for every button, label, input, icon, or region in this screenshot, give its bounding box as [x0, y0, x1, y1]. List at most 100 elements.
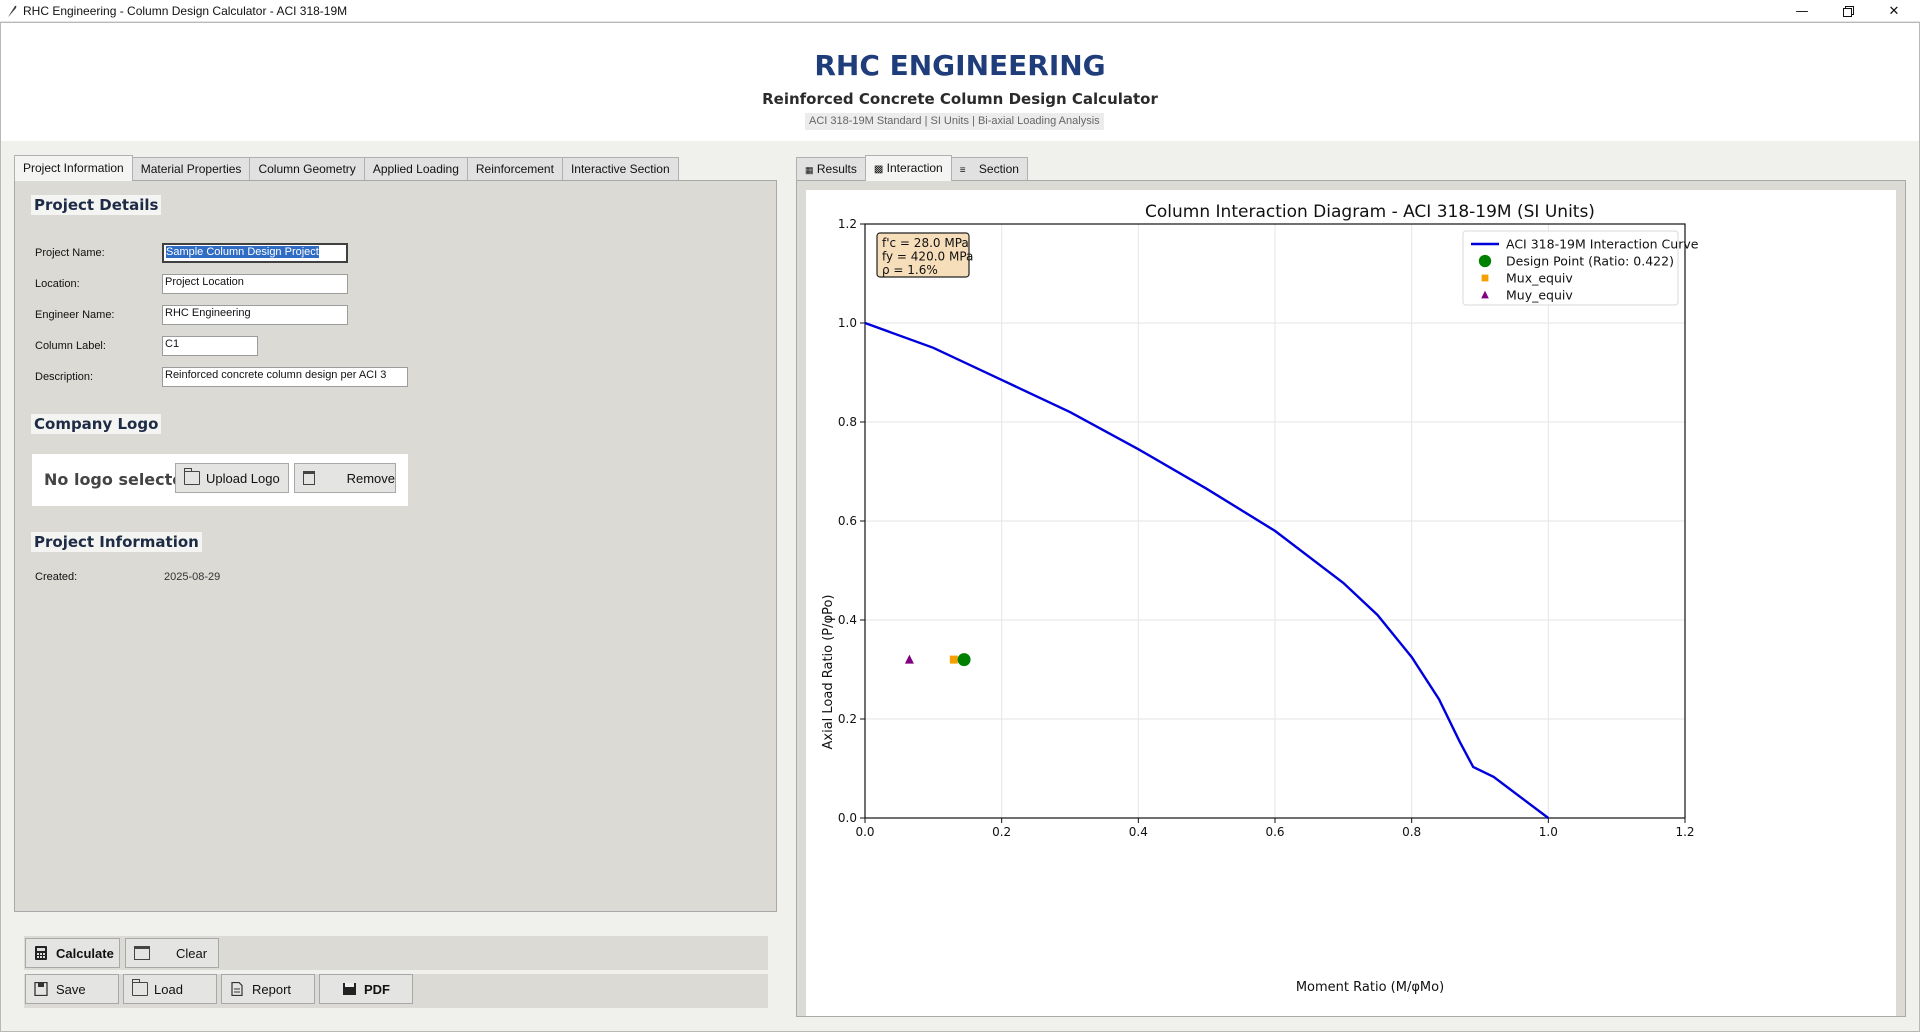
mux-equiv-point [949, 655, 958, 664]
y-axis-label: Axial Load Ratio (P/φPo) [821, 594, 836, 749]
tab-interactive-section[interactable]: Interactive Section [561, 157, 679, 181]
column-label-label: Column Label: [35, 340, 106, 352]
input-panel: Project Information Material Properties … [14, 155, 777, 912]
close-button[interactable]: ✕ [1872, 0, 1916, 22]
window-titlebar: RHC Engineering - Column Design Calculat… [0, 0, 1920, 22]
trash-icon [303, 471, 315, 485]
folder-icon [132, 979, 148, 996]
tab-project-information[interactable]: Project Information [14, 155, 133, 181]
design-point [957, 653, 971, 667]
load-button[interactable]: Load [123, 974, 217, 1004]
info-box-line: ρ = 1.6% [882, 263, 938, 277]
results-icon: ▦ [805, 165, 814, 175]
project-name-value: Sample Column Design Project [166, 246, 319, 258]
output-tabs: ▦ Results ▩ Interaction ≡ Section [796, 155, 1028, 181]
remove-logo-label: Remove [346, 470, 395, 486]
x-axis-label: Moment Ratio (M/φMo) [1296, 980, 1444, 995]
pdf-label: PDF [364, 981, 390, 997]
logo-status: No logo selected [44, 470, 195, 489]
y-tick-label: 0.0 [838, 811, 857, 825]
chart-title: Column Interaction Diagram - ACI 318-19M… [1145, 202, 1595, 222]
muy-equiv-point [904, 654, 914, 664]
interaction-curve [864, 321, 1550, 819]
created-value: 2025-08-29 [164, 571, 221, 583]
tab-interaction[interactable]: ▩ Interaction [864, 155, 952, 181]
interaction-chart: Column Interaction Diagram - ACI 318-19M… [821, 202, 1699, 995]
action-bar-top: Calculate Clear [24, 936, 768, 970]
tab-section-label: Section [978, 162, 1019, 176]
legend-label: Mux_equiv [1506, 271, 1573, 286]
description-input[interactable]: Reinforced concrete column design per AC… [162, 367, 408, 387]
y-tick-label: 0.6 [838, 514, 857, 528]
chart-area: Column Interaction Diagram - ACI 318-19M… [806, 190, 1896, 1016]
x-tick-label: 0.6 [1265, 825, 1284, 839]
folder-icon [184, 468, 200, 485]
remove-logo-button[interactable]: Remove [294, 463, 396, 493]
action-bar-bottom: Save Load Report PDF [24, 974, 768, 1008]
project-details-title: Project Details [31, 195, 162, 215]
window-title: RHC Engineering - Column Design Calculat… [23, 4, 348, 18]
material-info-box: f'c = 28.0 MPafy = 420.0 MPaρ = 1.6% [876, 232, 973, 278]
clear-label: Clear [176, 945, 208, 961]
document-icon [231, 982, 243, 996]
x-tick-label: 0.0 [855, 825, 874, 839]
upload-logo-button[interactable]: Upload Logo [175, 463, 289, 493]
output-panel: ▦ Results ▩ Interaction ≡ Section Column… [796, 155, 1906, 1017]
save-button[interactable]: Save [25, 974, 119, 1004]
tab-section[interactable]: ≡ Section [950, 157, 1028, 181]
clear-button[interactable]: Clear [125, 938, 219, 968]
legend-label: Design Point (Ratio: 0.422) [1506, 254, 1674, 269]
input-tabs: Project Information Material Properties … [14, 155, 679, 181]
legend-label: ACI 318-19M Interaction Curve [1506, 237, 1699, 252]
chart-series [864, 321, 1550, 819]
calculate-button[interactable]: Calculate [25, 938, 120, 968]
section-icon: ≡ [959, 165, 966, 176]
tab-column-geometry[interactable]: Column Geometry [249, 157, 365, 181]
y-tick-label: 0.8 [838, 415, 857, 429]
company-logo-title: Company Logo [31, 414, 162, 434]
y-tick-label: 1.0 [838, 316, 857, 330]
chart-ticks: 0.0 0.2 0.4 0.6 0.8 1.0 1.2 0.0 0.2 0.4 0.6 0.8 1.0 1… [838, 217, 1695, 839]
app-header: RHC ENGINEERING Reinforced Concrete Colu… [1, 23, 1919, 141]
tab-material-properties[interactable]: Material Properties [131, 157, 251, 181]
pdf-button[interactable]: PDF [319, 974, 413, 1004]
pdf-icon [343, 983, 356, 995]
project-name-label: Project Name: [35, 247, 105, 259]
column-label-input[interactable]: C1 [162, 336, 258, 356]
location-label: Location: [35, 278, 80, 290]
load-label: Load [154, 981, 183, 997]
engineer-name-label: Engineer Name: [35, 309, 115, 321]
feather-icon [8, 5, 17, 17]
interaction-body: Column Interaction Diagram - ACI 318-19M… [796, 180, 1906, 1017]
x-tick-label: 0.2 [992, 825, 1011, 839]
tab-results[interactable]: ▦ Results [796, 157, 866, 181]
project-name-input[interactable]: Sample Column Design Project [162, 243, 348, 263]
tab-results-label: Results [816, 162, 857, 176]
brand-title: RHC ENGINEERING [814, 49, 1106, 82]
project-information-body: Project Details Project Name: Sample Col… [14, 180, 777, 912]
x-tick-label: 0.4 [1129, 825, 1148, 839]
tab-interaction-label: Interaction [886, 161, 943, 175]
logo-box: No logo selected Upload Logo Remove [32, 454, 408, 506]
legend-marker-swatch [1478, 254, 1492, 268]
y-tick-label: 0.4 [838, 613, 857, 627]
standard-badge: ACI 318-19M Standard | SI Units | Bi-axi… [805, 113, 1104, 130]
trash-icon [134, 946, 150, 960]
calculate-label: Calculate [56, 945, 114, 961]
restore-button[interactable] [1826, 0, 1870, 22]
description-label: Description: [35, 371, 94, 383]
chart-legend: ACI 318-19M Interaction Curve Design Poin… [1462, 230, 1699, 306]
restore-icon [1842, 5, 1854, 17]
created-label: Created: [35, 571, 78, 583]
report-button[interactable]: Report [221, 974, 315, 1004]
engineer-name-input[interactable]: RHC Engineering [162, 305, 348, 325]
tab-applied-loading[interactable]: Applied Loading [363, 157, 468, 181]
x-tick-label: 0.8 [1402, 825, 1421, 839]
location-input[interactable]: Project Location [162, 274, 348, 294]
tab-reinforcement[interactable]: Reinforcement [466, 157, 563, 181]
legend-label: Muy_equiv [1506, 288, 1573, 303]
info-box-line: f'c = 28.0 MPa [882, 236, 969, 250]
x-tick-label: 1.2 [1675, 825, 1694, 839]
minimize-button[interactable]: — [1780, 0, 1824, 22]
x-tick-label: 1.0 [1539, 825, 1558, 839]
